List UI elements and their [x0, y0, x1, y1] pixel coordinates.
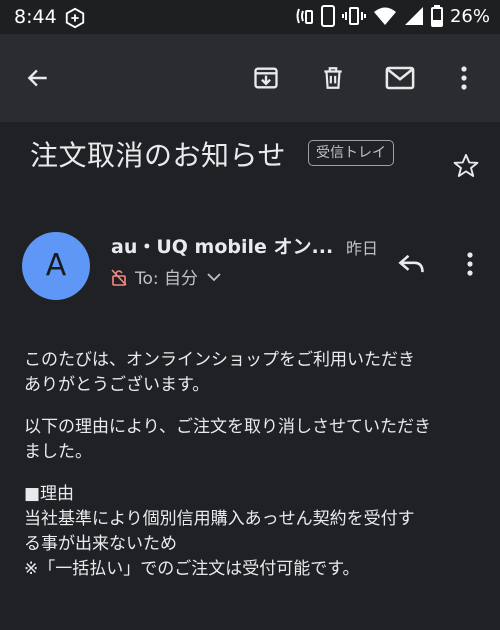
email-body: このたびは、オンラインショップをご利用いただき ありがとうございます。 以下の理… — [24, 348, 484, 599]
reply-button[interactable] — [390, 242, 434, 286]
archive-icon — [254, 67, 278, 89]
recipient-text: To: 自分 — [135, 269, 199, 289]
status-icons: 26% — [294, 5, 490, 27]
subject-row: 注文取消のお知らせ 受信トレイ — [0, 122, 500, 192]
body-line: ました。 — [24, 442, 92, 462]
arrow-back-icon — [27, 69, 47, 87]
star-button[interactable] — [446, 146, 486, 186]
body-line: る事が出来ないため — [24, 534, 177, 554]
recipient-details[interactable]: To: 自分 — [111, 264, 222, 289]
more-options-button[interactable] — [440, 54, 488, 102]
body-note: ※「一括払い」でのご注文は受付可能です。 — [24, 559, 360, 579]
signal-icon — [404, 7, 423, 25]
body-paragraph: このたびは、オンラインショップをご利用いただき ありがとうございます。 — [24, 348, 484, 398]
delete-icon — [324, 67, 342, 89]
body-line: このたびは、オンラインショップをご利用いただき — [24, 350, 415, 370]
inbox-label-chip[interactable]: 受信トレイ — [308, 140, 394, 166]
more-vert-icon — [461, 66, 467, 90]
email-date: 昨日 — [346, 239, 379, 258]
more-vert-icon — [467, 252, 473, 276]
reason-section: ■理由 当社基準により個別信用購入あっせん契約を受付す る事が出来ないため ※「… — [24, 482, 484, 582]
email-subject: 注文取消のお知らせ — [30, 139, 286, 172]
back-button[interactable] — [14, 54, 62, 102]
app-bar — [0, 34, 500, 122]
star-icon — [453, 153, 479, 177]
delete-button[interactable] — [309, 54, 357, 102]
sender-more-button[interactable] — [452, 242, 488, 286]
body-line: ありがとうございます。 — [24, 375, 210, 395]
archive-button[interactable] — [242, 54, 290, 102]
battery-percent: 26% — [449, 5, 490, 27]
vibrate-icon — [341, 7, 366, 25]
body-line: 当社基準により個別信用購入あっせん契約を受付す — [24, 509, 415, 529]
mail-icon — [385, 66, 415, 90]
reason-heading: ■理由 — [24, 484, 75, 504]
phone-icon — [320, 5, 335, 27]
sender-avatar[interactable]: A — [22, 232, 90, 300]
status-bar: 8:44 26% — [0, 0, 500, 34]
body-paragraph: 以下の理由により、ご注文を取り消しさせていただき ました。 — [24, 415, 484, 465]
sender-name[interactable]: au・UQ mobile オン... — [111, 232, 333, 259]
body-line: 以下の理由により、ご注文を取り消しさせていただき — [24, 417, 431, 437]
lock-off-icon — [111, 268, 127, 286]
status-time: 8:44 — [14, 6, 57, 28]
chevron-down-icon — [207, 272, 221, 281]
app-notification-icon — [65, 7, 85, 29]
wifi-icon — [373, 7, 396, 25]
battery-icon — [430, 5, 443, 27]
reply-icon — [398, 254, 424, 273]
sender-row: A au・UQ mobile オン... 昨日 To: 自分 — [0, 220, 500, 310]
nfc-icon — [296, 8, 313, 24]
mark-unread-button[interactable] — [376, 54, 424, 102]
